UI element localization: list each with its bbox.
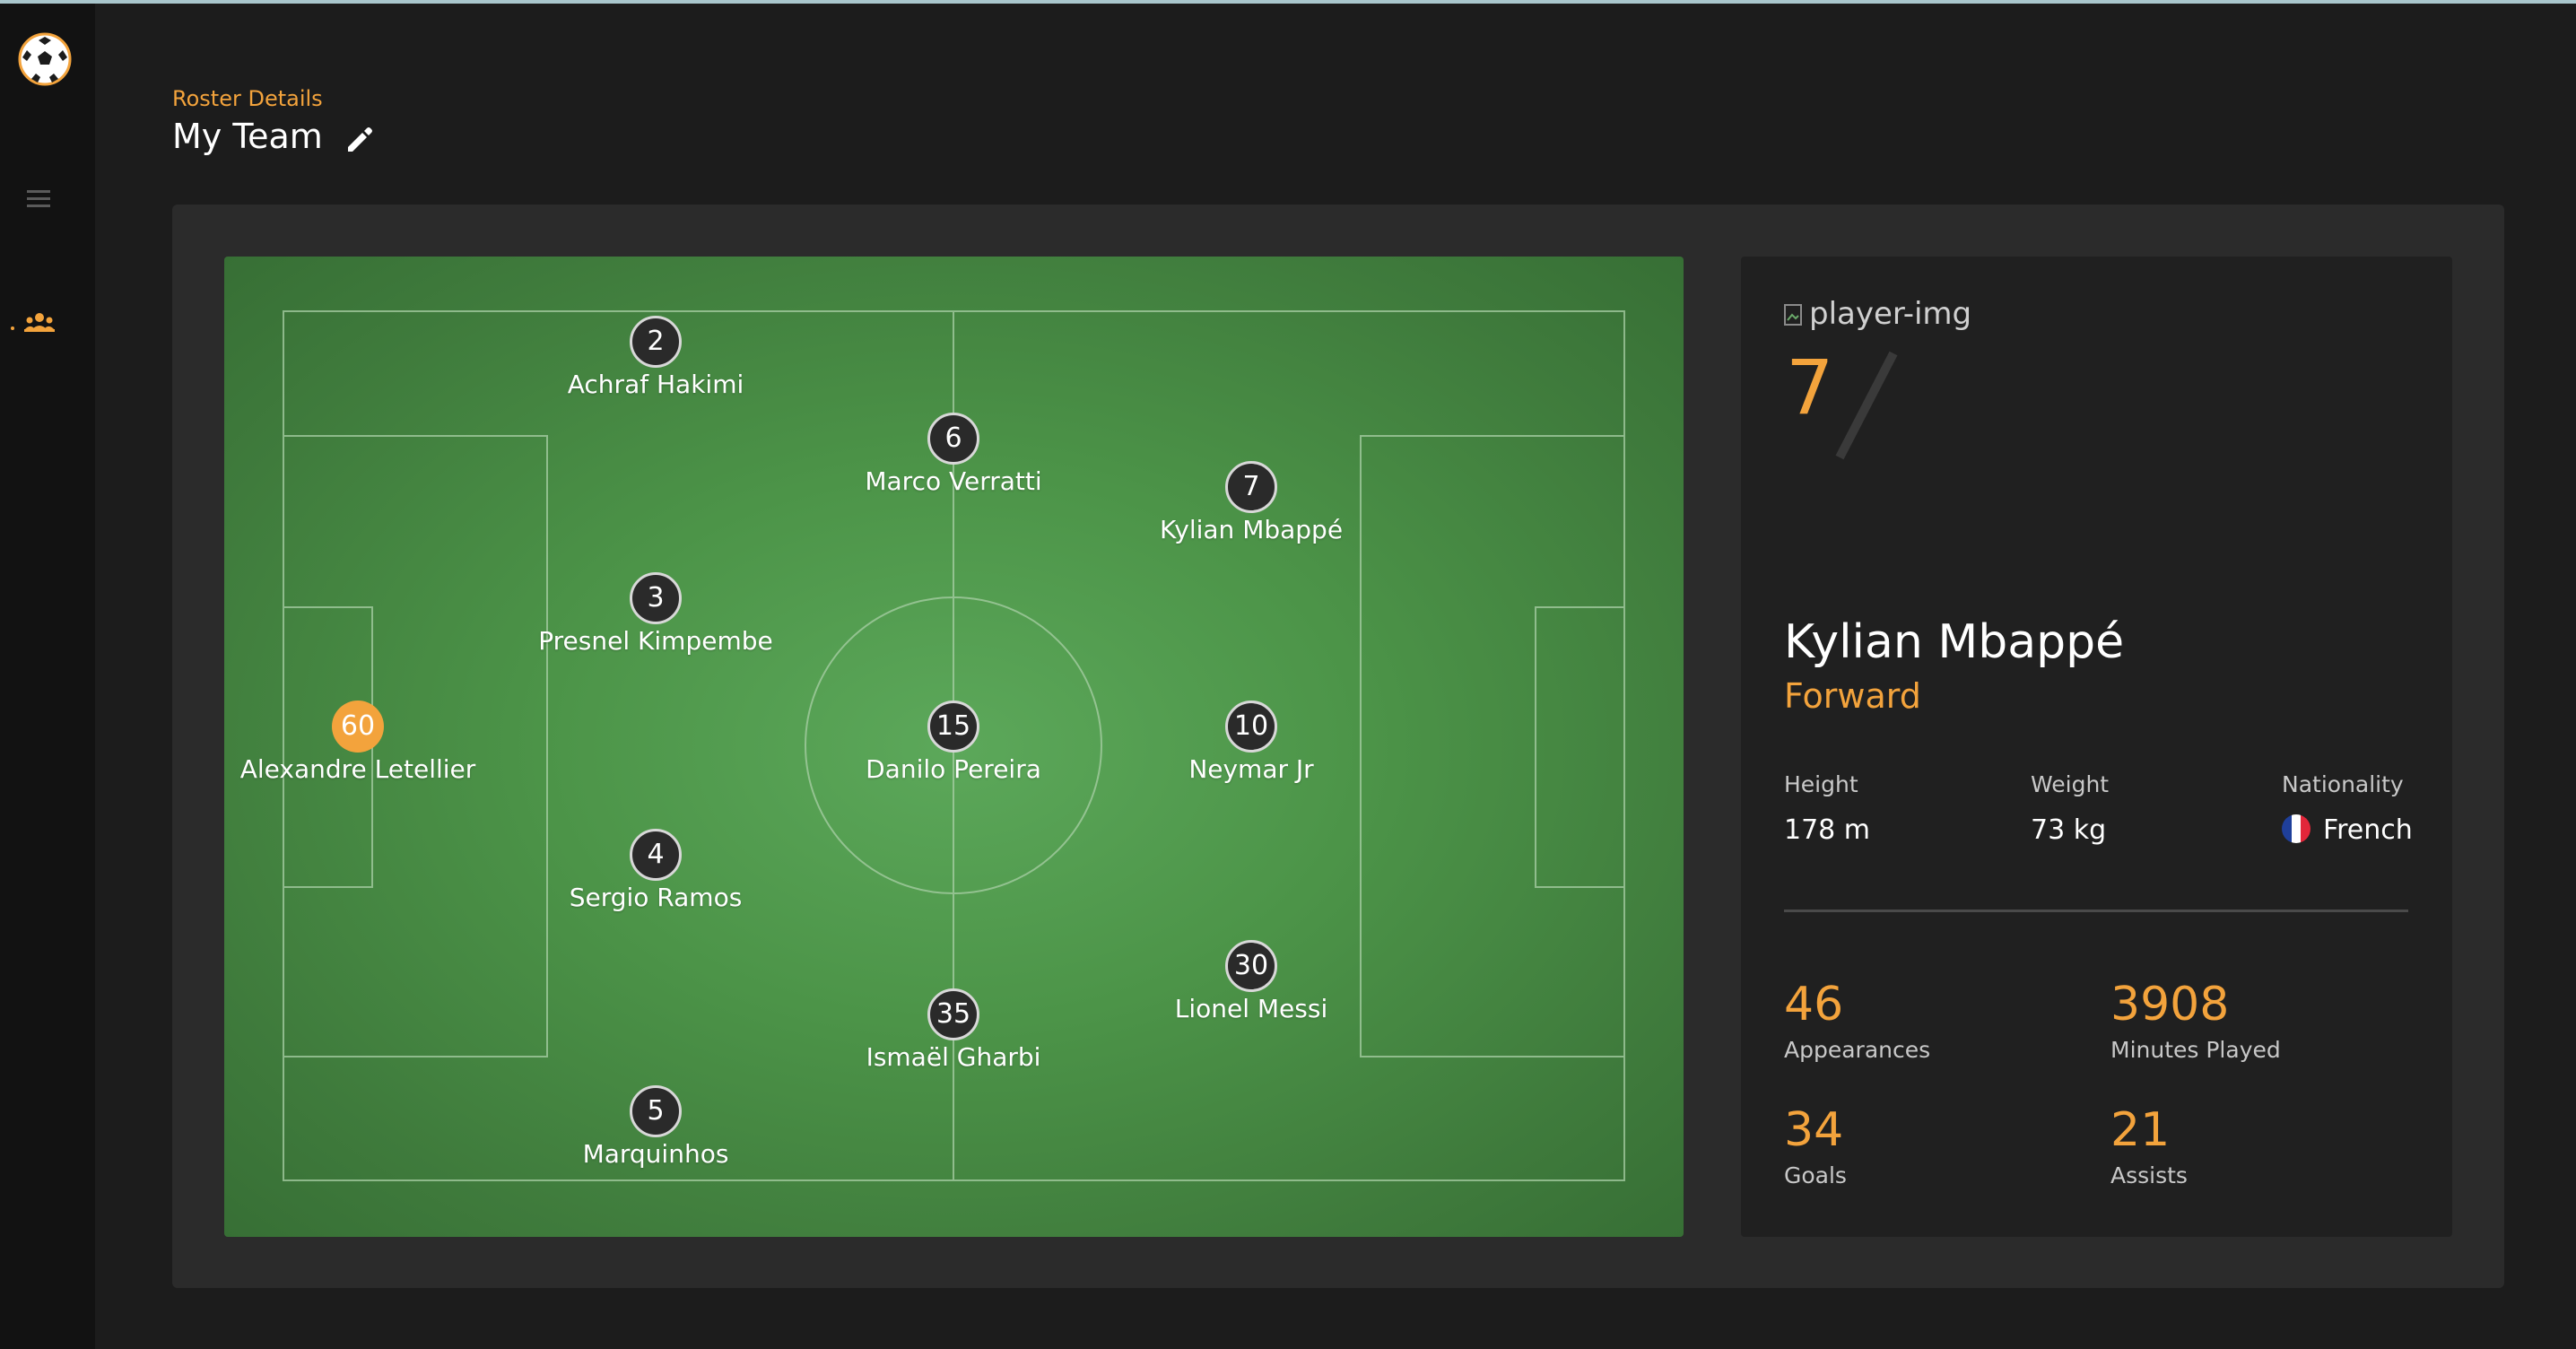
jersey-number: 35 [927,988,979,1040]
player-detail-card: player-img 7 Kylian Mbappé Forward Heigh… [1741,257,2452,1237]
team-users-icon[interactable] [23,310,56,335]
nationality-text: French [2323,814,2413,846]
soccer-ball-icon[interactable] [18,32,72,86]
player-name: Kylian Mbappé [1159,515,1344,544]
height-value: 178 m [1784,814,1871,846]
player-name: Presnel Kimpembe [538,626,773,656]
assists-value: 21 [2110,1103,2171,1157]
jersey-number: 4 [630,829,682,881]
player-marker[interactable]: 10 Neymar Jr [1117,701,1386,784]
player-position: Forward [1784,676,1921,716]
window-top-border [0,0,2576,4]
minutes-played-label: Minutes Played [2110,1037,2281,1063]
player-name: Alexandre Letellier [239,754,476,784]
goals-value: 34 [1784,1103,1844,1157]
goals-label: Goals [1784,1162,1847,1188]
player-name: Marquinhos [582,1139,729,1169]
player-marker[interactable]: 6 Marco Verratti [819,413,1088,496]
minutes-played-value: 3908 [2110,978,2230,1031]
appearances-label: Appearances [1784,1037,1931,1063]
player-marker[interactable]: 5 Marquinhos [521,1085,790,1169]
hamburger-menu-icon[interactable] [25,187,54,212]
player-name: Marco Verratti [865,466,1042,496]
jersey-number: 15 [927,701,979,753]
player-name: Neymar Jr [1188,754,1314,784]
player-marker[interactable]: 4 Sergio Ramos [521,829,790,912]
player-marker-selected[interactable]: 7 Kylian Mbappé [1117,461,1386,544]
player-marker-goalkeeper[interactable]: 60 Alexandre Letellier [224,701,492,784]
player-name: Ismaël Gharbi [866,1042,1041,1072]
player-number: 7 [1786,344,1834,431]
player-name: Lionel Messi [1174,994,1328,1023]
sidebar [0,4,95,1349]
player-name: Achraf Hakimi [567,370,744,399]
broken-image-icon [1784,300,1809,326]
player-marker[interactable]: 2 Achraf Hakimi [521,316,790,399]
weight-value: 73 kg [2031,814,2107,846]
player-image-alt: player-img [1809,296,1972,332]
player-marker[interactable]: 3 Presnel Kimpembe [521,572,790,656]
assists-label: Assists [2110,1162,2188,1188]
pencil-icon[interactable] [343,124,375,156]
player-name: Kylian Mbappé [1784,615,2125,669]
page-title: My Team [172,117,323,156]
player-image: player-img [1784,296,1971,332]
nationality-value: French [2282,814,2413,846]
height-label: Height [1784,771,1858,797]
active-indicator [11,326,14,330]
appearances-value: 46 [1784,978,1844,1031]
jersey-number: 6 [927,413,979,465]
jersey-number: 3 [630,572,682,624]
france-flag-icon [2282,814,2311,843]
jersey-number: 10 [1225,701,1277,753]
card-divider [1784,909,2408,912]
player-marker[interactable]: 35 Ismaël Gharbi [819,988,1088,1072]
football-pitch: 2 Achraf Hakimi 6 Marco Verratti 7 Kylia… [224,257,1684,1237]
page-subtitle: Roster Details [172,86,323,111]
nationality-label: Nationality [2282,771,2404,797]
jersey-number: 5 [630,1085,682,1137]
jersey-number: 60 [332,701,384,753]
player-marker[interactable]: 15 Danilo Pereira [819,701,1088,784]
jersey-number: 30 [1225,940,1277,992]
player-marker[interactable]: 30 Lionel Messi [1117,940,1386,1023]
player-name: Sergio Ramos [569,883,743,912]
weight-label: Weight [2031,771,2110,797]
jersey-number: 2 [630,316,682,368]
player-name: Danilo Pereira [866,754,1041,784]
jersey-number: 7 [1225,461,1277,513]
